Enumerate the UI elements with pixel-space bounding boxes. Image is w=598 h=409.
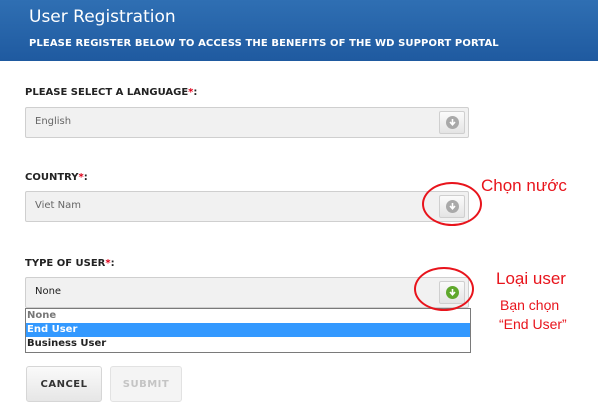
user-type-annotation-circle <box>414 267 474 311</box>
label-colon: : <box>83 172 88 183</box>
option-end-user[interactable]: End User <box>26 323 470 337</box>
option-business-user[interactable]: Business User <box>26 337 470 351</box>
country-select-value: Viet Nam <box>35 200 82 211</box>
label-colon: : <box>110 258 115 269</box>
page-subtitle: PLEASE REGISTER BELOW TO ACCESS THE BENE… <box>29 38 499 49</box>
down-arrow-circle-icon <box>446 116 459 129</box>
country-label: COUNTRY*: <box>25 172 88 183</box>
language-dropdown-button[interactable] <box>439 111 465 134</box>
country-label-text: COUNTRY <box>25 172 79 183</box>
user-type-annotation-text: Loại user <box>496 269 566 288</box>
label-colon: : <box>193 87 198 98</box>
choose-annotation-line2: “End User” <box>499 316 567 332</box>
cancel-button[interactable]: CANCEL <box>26 366 102 402</box>
user-type-label: TYPE OF USER*: <box>25 258 115 269</box>
user-type-label-text: TYPE OF USER <box>25 258 106 269</box>
language-select-value: English <box>35 116 72 127</box>
page-title: User Registration <box>29 7 176 27</box>
country-annotation-circle <box>422 182 482 226</box>
user-type-select[interactable]: None <box>25 277 469 308</box>
language-label: PLEASE SELECT A LANGUAGE*: <box>25 87 197 98</box>
language-select[interactable]: English <box>25 107 469 138</box>
user-type-options-list: None End User Business User <box>25 308 471 353</box>
user-type-select-value: None <box>35 286 62 297</box>
submit-button[interactable]: SUBMIT <box>110 366 182 402</box>
page-header: User Registration PLEASE REGISTER BELOW … <box>0 0 598 61</box>
language-label-text: PLEASE SELECT A LANGUAGE <box>25 87 189 98</box>
country-annotation-text: Chọn nước <box>481 176 567 195</box>
choose-annotation-line1: Bạn chọn <box>500 297 560 313</box>
country-select[interactable]: Viet Nam <box>25 191 469 222</box>
option-none[interactable]: None <box>26 309 470 323</box>
